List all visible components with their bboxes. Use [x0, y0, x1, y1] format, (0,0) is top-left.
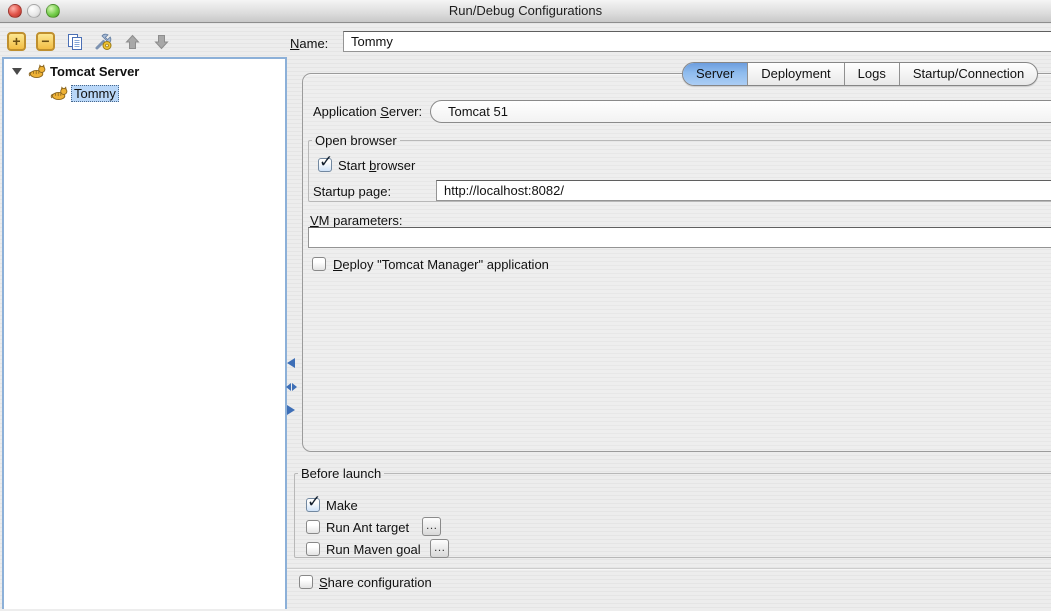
run-ant-target-label: Run Ant target: [326, 520, 409, 535]
run-maven-goal-label: Run Maven goal: [326, 542, 421, 557]
run-maven-goal-checkbox[interactable]: [306, 542, 320, 556]
startup-page-label: Startup page:: [313, 184, 391, 199]
splitter-collapse-right-icon[interactable]: [287, 405, 295, 415]
name-label: Name:: [290, 36, 328, 51]
share-configuration-label: Share configuration: [319, 575, 432, 590]
plus-icon: +: [12, 34, 20, 49]
copy-icon: [66, 33, 84, 51]
tree-node-label-selected[interactable]: Tommy: [71, 85, 119, 102]
minus-icon: −: [41, 34, 49, 49]
vm-parameters-input[interactable]: [308, 227, 1051, 248]
tab-logs[interactable]: Logs: [844, 63, 899, 85]
move-up-button[interactable]: [123, 32, 142, 51]
remove-configuration-button[interactable]: −: [36, 32, 55, 51]
deploy-tomcat-manager-checkbox[interactable]: [312, 257, 326, 271]
wrench-gear-icon: [94, 33, 113, 51]
application-server-combobox[interactable]: Tomcat 51: [430, 100, 1051, 123]
start-browser-label: Start browser: [338, 158, 415, 173]
bottom-separator: [287, 568, 1051, 570]
before-launch-group-title: Before launch: [298, 466, 384, 481]
tree-node-label: Tomcat Server: [50, 64, 139, 79]
title-bar: Run/Debug Configurations: [0, 0, 1051, 23]
vm-parameters-label: VM parameters:: [310, 213, 402, 228]
tomcat-icon: [28, 64, 46, 79]
copy-configuration-button[interactable]: [65, 32, 84, 51]
window-title: Run/Debug Configurations: [0, 0, 1051, 22]
splitter-resize-icon[interactable]: [286, 383, 291, 391]
start-browser-checkbox[interactable]: [318, 158, 332, 172]
configurations-toolbar: + −: [7, 32, 171, 51]
run-maven-goal-browse-button[interactable]: …: [430, 539, 449, 558]
run-ant-target-checkbox[interactable]: [306, 520, 320, 534]
tab-startup-connection[interactable]: Startup/Connection: [899, 63, 1037, 85]
tree-node-tomcat-server[interactable]: Tomcat Server: [4, 62, 285, 81]
name-input[interactable]: [343, 31, 1051, 52]
run-debug-configurations-dialog: Run/Debug Configurations + −: [0, 0, 1051, 611]
make-label: Make: [326, 498, 358, 513]
configuration-tabs: Server Deployment Logs Startup/Connectio…: [682, 62, 1038, 86]
move-down-button[interactable]: [152, 32, 171, 51]
deploy-tomcat-manager-label: Deploy "Tomcat Manager" application: [333, 257, 549, 272]
edit-defaults-button[interactable]: [94, 32, 113, 51]
tree-node-tommy[interactable]: Tommy: [50, 84, 285, 103]
run-ant-target-browse-button[interactable]: …: [422, 517, 441, 536]
startup-page-input[interactable]: [436, 180, 1051, 201]
tab-server[interactable]: Server: [683, 63, 747, 85]
arrow-down-icon: [154, 34, 169, 50]
application-server-label: Application Server:: [313, 104, 422, 119]
splitter-collapse-left-icon[interactable]: [287, 358, 295, 368]
disclosure-triangle-icon[interactable]: [12, 68, 22, 75]
tomcat-icon: [50, 86, 68, 101]
configurations-tree: Tomcat Server Tommy: [2, 57, 287, 609]
share-configuration-checkbox[interactable]: [299, 575, 313, 589]
arrow-up-icon: [125, 34, 140, 50]
make-checkbox[interactable]: [306, 498, 320, 512]
add-configuration-button[interactable]: +: [7, 32, 26, 51]
splitter-resize-icon[interactable]: [292, 383, 297, 391]
tab-deployment[interactable]: Deployment: [747, 63, 843, 85]
open-browser-group-title: Open browser: [312, 133, 400, 148]
